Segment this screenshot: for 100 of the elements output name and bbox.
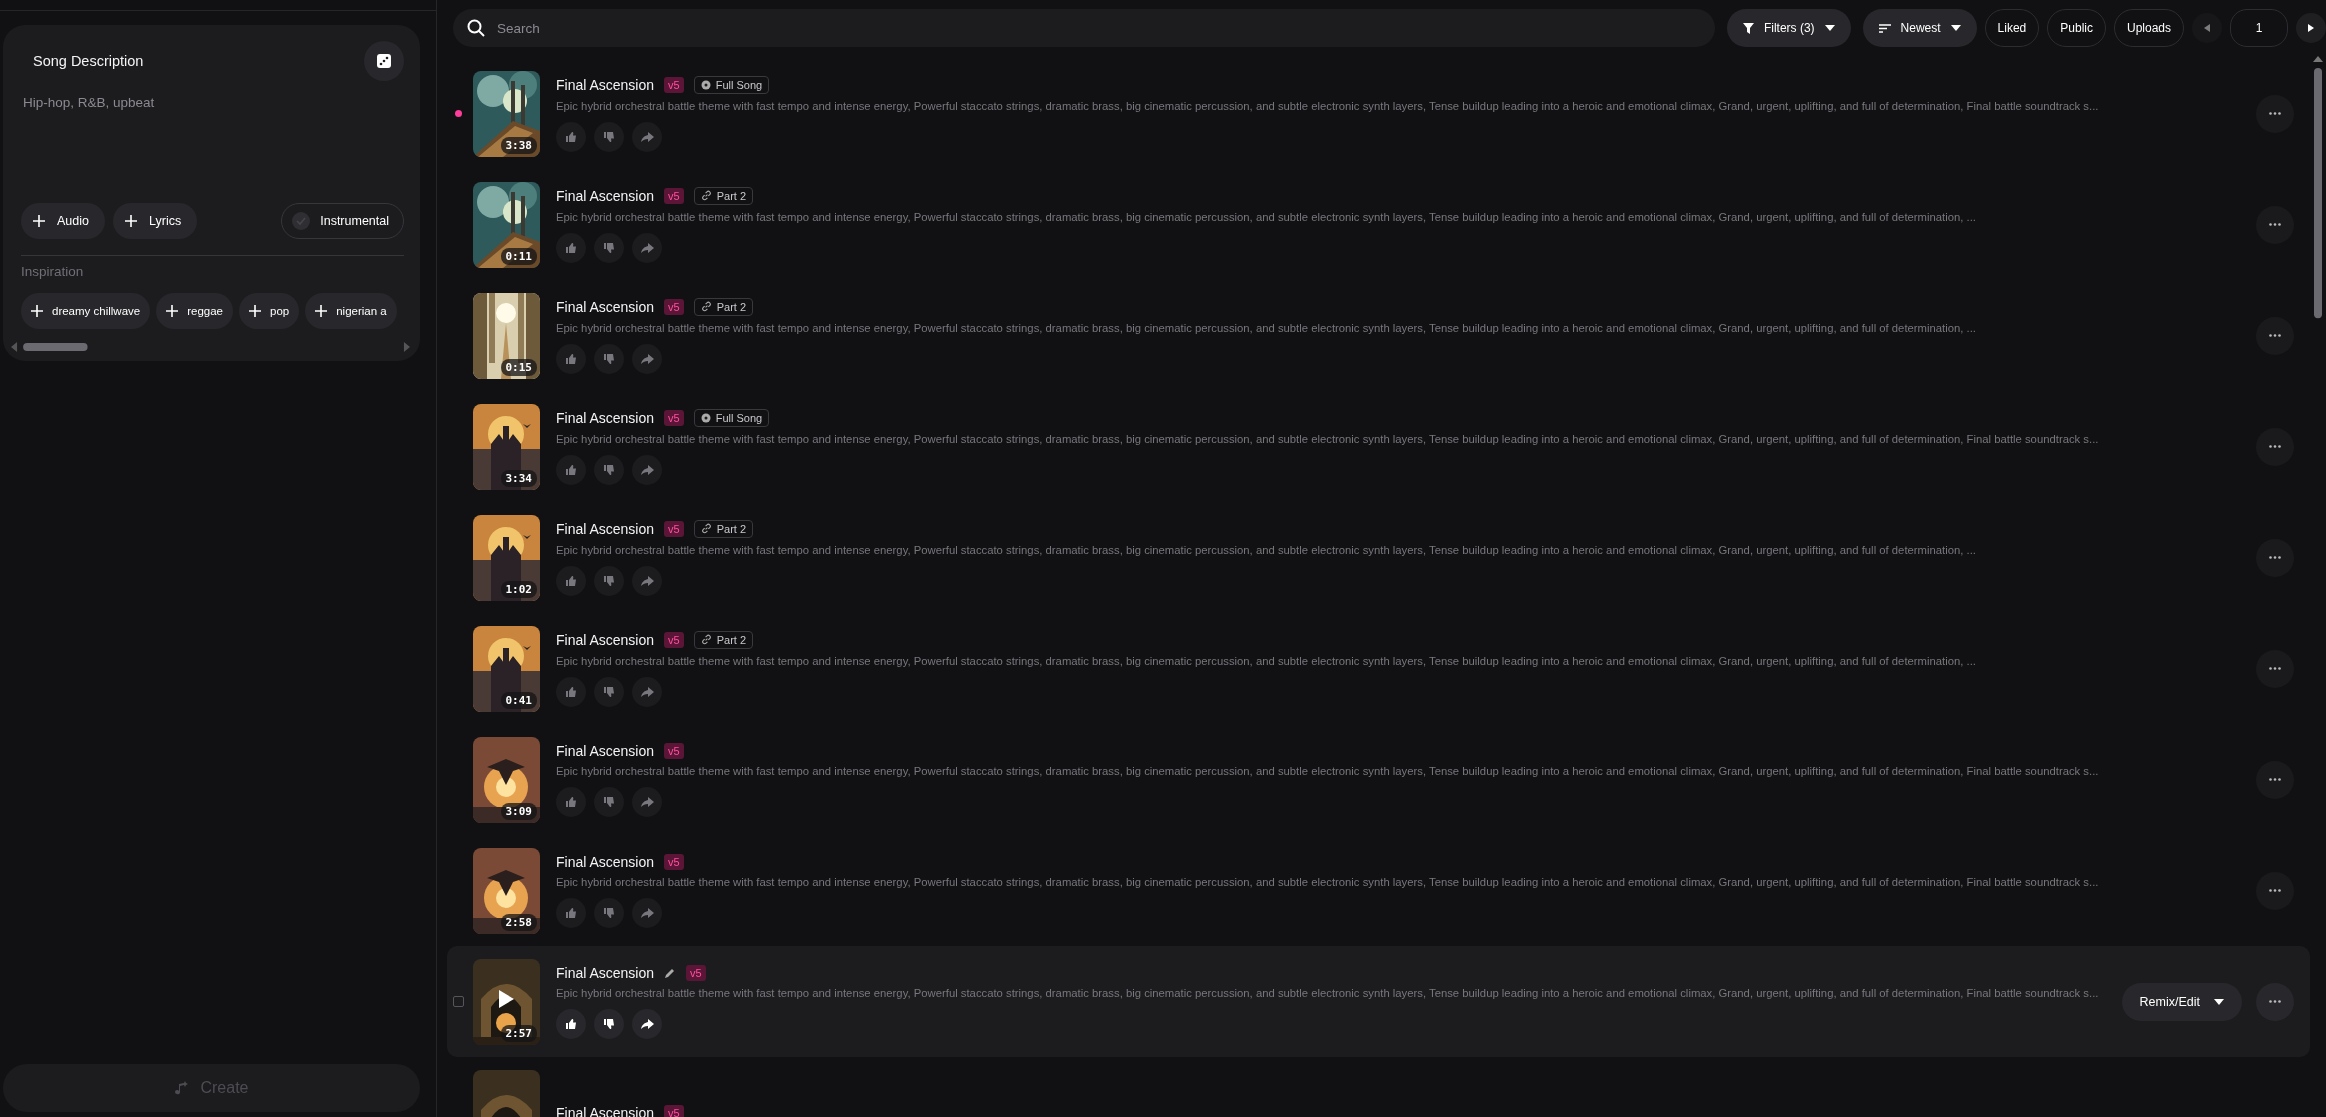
section-label: Inspiration — [21, 264, 85, 279]
more-icon — [2269, 334, 2281, 337]
plus-icon — [125, 215, 137, 227]
add-button[interactable]: Lyrics — [113, 203, 198, 239]
more-icon — [2269, 1000, 2281, 1003]
song-row[interactable]: Final Ascension v5 — [447, 1057, 2310, 1117]
more-icon — [2269, 112, 2281, 115]
inspiration-chip[interactable]: nigerian a — [305, 293, 397, 329]
version-badge: v5 — [664, 853, 684, 870]
song-title[interactable]: Final Ascension — [556, 409, 655, 426]
song-description: Epic hybrid orchestral battle theme with fast tempo and intense energy, Powerful staccato strings, dramatic brass, big cinematic percussion, and subtle electronic synth layers, Tense buildup leading into a heroic and emotional climax, Grand, urgent, uplifting, and full of determination, ... — [556, 543, 1977, 556]
disc-icon — [700, 412, 711, 423]
description-field[interactable]: Hip-hop, R&B, upbeat — [21, 91, 404, 199]
add-button[interactable]: Audio — [21, 203, 105, 239]
version-badge: v5 — [664, 298, 684, 315]
thumbs-down-icon — [603, 685, 615, 698]
caret-icon — [1950, 25, 1961, 31]
caret-icon — [2214, 998, 2224, 1005]
share-icon — [640, 574, 654, 587]
page-field[interactable]: 1 — [2230, 9, 2288, 47]
song-title[interactable]: Final Ascension — [556, 631, 655, 648]
plus-icon — [31, 305, 43, 317]
share-icon — [640, 352, 654, 365]
sort-icon — [1878, 23, 1891, 33]
link-icon — [700, 301, 712, 312]
song-title[interactable]: Final Ascension — [556, 520, 655, 537]
like-button[interactable] — [556, 1008, 586, 1039]
song-description: Epic hybrid orchestral battle theme with fast tempo and intense energy, Powerful staccato strings, dramatic brass, big cinematic percussion, and subtle electronic synth layers, Tense buildup leading into a heroic and emotional climax, Grand, urgent, uplifting, and full of determination, Final battle soundtrack s... — [556, 99, 2100, 112]
chevron-right-icon — [2308, 24, 2314, 32]
tag-label: Part 2 — [716, 300, 747, 313]
share-icon — [640, 1017, 654, 1030]
share-icon — [640, 130, 654, 143]
inspiration-chip[interactable]: dreamy chillwave — [21, 293, 151, 329]
song-title[interactable]: Final Ascension — [556, 1104, 655, 1117]
thumbs-down-icon — [603, 795, 615, 808]
filter-icon — [1742, 22, 1754, 34]
version-badge: v5 — [664, 1104, 684, 1117]
pencil-icon[interactable] — [664, 966, 677, 979]
card-title: Song Description — [33, 53, 144, 69]
inspiration-chip[interactable]: reggae — [156, 293, 233, 329]
song-description: Epic hybrid orchestral battle theme with fast tempo and intense energy, Powerful staccato strings, dramatic brass, big cinematic percussion, and subtle electronic synth layers, Tense buildup leading into a heroic and emotional climax, Grand, urgent, uplifting, and full of determination, ... — [556, 210, 1977, 223]
song-description: Epic hybrid orchestral battle theme with fast tempo and intense energy, Powerful staccato strings, dramatic brass, big cinematic percussion, and subtle electronic synth layers, Tense buildup leading into a heroic and emotional climax, Grand, urgent, uplifting, and full of determination, Final battle soundtrack s... — [556, 764, 2100, 777]
plus-icon — [166, 305, 179, 317]
remix-edit-button[interactable]: Remix/Edit — [2121, 982, 2242, 1021]
thumbs-up-icon — [565, 241, 577, 254]
version-badge: v5 — [664, 520, 684, 537]
search-field[interactable]: Search — [453, 9, 1715, 47]
checkbox[interactable] — [452, 996, 464, 1007]
song-title[interactable]: Final Ascension — [556, 187, 655, 204]
dislike-button[interactable] — [594, 1008, 624, 1039]
thumbs-down-icon — [603, 463, 615, 476]
caret-icon — [1824, 25, 1835, 31]
share-icon — [640, 906, 654, 919]
share-icon — [640, 241, 654, 254]
thumbs-down-icon — [603, 130, 615, 143]
song-description: Epic hybrid orchestral battle theme with fast tempo and intense energy, Powerful staccato strings, dramatic brass, big cinematic percussion, and subtle electronic synth layers, Tense buildup leading into a heroic and emotional climax, Grand, urgent, uplifting, and full of determination, ... — [556, 654, 1977, 667]
more-icon — [2269, 667, 2281, 670]
thumbs-up-icon — [565, 352, 577, 365]
song-description: Epic hybrid orchestral battle theme with fast tempo and intense energy, Powerful staccato strings, dramatic brass, big cinematic percussion, and subtle electronic synth layers, Tense buildup leading into a heroic and emotional climax, Grand, urgent, uplifting, and full of determination, ... — [556, 321, 1977, 334]
more-icon — [2269, 889, 2281, 892]
tag-label: Full Song — [715, 411, 763, 424]
thumbs-down-icon — [603, 352, 615, 365]
thumbs-up-icon — [565, 574, 577, 587]
share-button[interactable] — [632, 1008, 662, 1039]
share-icon — [640, 795, 654, 808]
inspiration-chip[interactable]: pop — [239, 293, 300, 329]
next-page-button[interactable] — [2296, 13, 2326, 43]
dice-icon — [377, 54, 391, 68]
thumbs-up-icon — [565, 685, 577, 698]
more-icon — [2269, 778, 2281, 781]
song-title[interactable]: Final Ascension — [556, 298, 655, 315]
sort-button[interactable]: Newest — [1862, 9, 1977, 47]
song-description: Epic hybrid orchestral battle theme with fast tempo and intense energy, Powerful staccato strings, dramatic brass, big cinematic percussion, and subtle electronic synth layers, Tense buildup leading into a heroic and emotional climax, Grand, urgent, uplifting, and full of determination, Final battle soundtrack s... — [556, 432, 2100, 445]
song-title[interactable]: Final Ascension — [556, 853, 655, 870]
thumbs-down-icon — [603, 906, 615, 919]
more-icon — [2269, 223, 2281, 226]
song-title[interactable]: Final Ascension — [556, 742, 655, 759]
filters-button[interactable]: Filters (3) — [1726, 9, 1851, 47]
share-icon — [640, 685, 654, 698]
song-title[interactable]: Final Ascension — [556, 964, 655, 981]
more-icon — [2269, 445, 2281, 448]
song-description-box[interactable]: Song Description Hip-hop, R&B, upbeat Audio Lyrics Instrumental Inspiration dreamy chillwave reggae pop nigerian a — [3, 25, 420, 361]
version-badge: v5 — [664, 631, 684, 648]
thumbs-down-icon — [603, 574, 615, 587]
tag-label: Part 2 — [716, 189, 747, 202]
tag-label: Full Song — [715, 78, 763, 91]
thumbs-down-icon — [603, 241, 615, 254]
song-description: Epic hybrid orchestral battle theme with fast tempo and intense energy, Powerful staccato strings, dramatic brass, big cinematic percussion, and subtle electronic synth layers, Tense buildup leading into a heroic and emotional climax, Grand, urgent, uplifting, and full of determination, Final battle soundtrack s... — [556, 986, 2100, 999]
version-badge: v5 — [664, 409, 684, 426]
thumbs-up-icon — [565, 795, 577, 808]
search-icon — [467, 19, 485, 37]
play-icon[interactable] — [497, 988, 515, 1009]
version-badge: v5 — [664, 76, 684, 93]
thumbs-down-icon — [603, 1017, 615, 1030]
thumbs-up-icon — [565, 463, 577, 476]
randomize-button[interactable] — [364, 41, 404, 81]
music-note-icon — [174, 1081, 189, 1095]
song-title[interactable]: Final Ascension — [556, 76, 655, 93]
version-badge: v5 — [664, 742, 684, 759]
scrollbar[interactable] — [9, 341, 412, 353]
